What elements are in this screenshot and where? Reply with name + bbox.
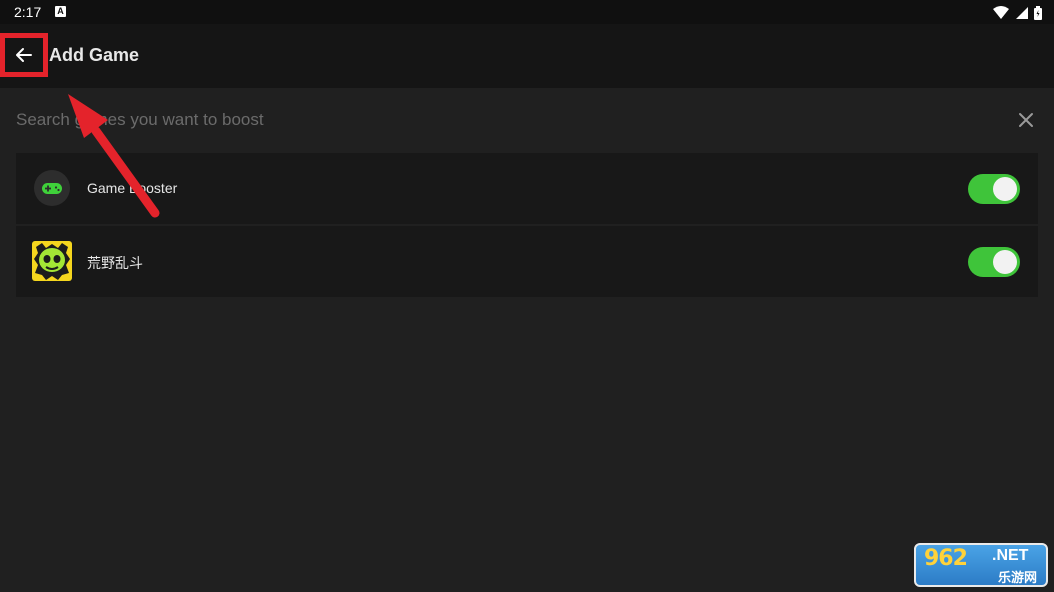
page-title: Add Game: [49, 45, 140, 65]
brawl-stars-skull-icon: [32, 241, 72, 281]
battery-icon: [1034, 5, 1042, 20]
watermark-domain: .NET: [992, 547, 1029, 564]
status-bar: 2:17 A: [0, 0, 1054, 24]
app-bar: Add Game: [0, 24, 1054, 88]
game-list: Game Booster 荒野乱斗: [16, 153, 1038, 299]
clear-search-button[interactable]: [1014, 108, 1038, 132]
status-icons: [991, 4, 1042, 20]
boost-toggle[interactable]: [968, 174, 1020, 204]
game-name: Game Booster: [87, 180, 178, 196]
toggle-knob: [993, 177, 1017, 201]
watermark-sub: 乐游网: [998, 570, 1038, 585]
game-name: 荒野乱斗: [87, 255, 143, 271]
wifi-icon: [993, 5, 1010, 19]
search-bar: [0, 98, 1054, 142]
signal-icon: [1015, 6, 1028, 19]
back-button[interactable]: [0, 33, 48, 77]
close-icon: [1019, 113, 1033, 127]
site-watermark-logo: 962 .NET 乐游网: [914, 543, 1048, 587]
a-letter-icon: A: [55, 6, 66, 17]
status-time: 2:17: [14, 4, 42, 20]
gamepad-icon: [32, 168, 72, 208]
toggle-knob: [993, 250, 1017, 274]
list-item[interactable]: 荒野乱斗: [16, 226, 1038, 297]
search-input[interactable]: [16, 98, 996, 142]
list-item[interactable]: Game Booster: [16, 153, 1038, 224]
arrow-left-icon: [16, 48, 32, 62]
watermark-brand: 962: [924, 546, 968, 571]
boost-toggle[interactable]: [968, 247, 1020, 277]
